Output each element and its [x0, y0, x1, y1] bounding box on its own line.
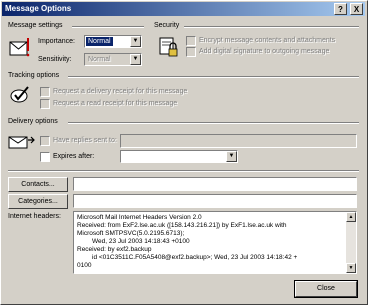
read-receipt-checkbox[interactable]	[40, 99, 50, 109]
header-line: Wed, 23 Jul 2003 14:18:43 +0100	[92, 238, 190, 245]
divider	[184, 26, 359, 28]
scroll-down-icon[interactable]: ▼	[346, 263, 356, 273]
sign-checkbox[interactable]	[186, 47, 196, 57]
scroll-up-icon[interactable]: ▲	[346, 212, 356, 222]
divider	[68, 122, 359, 124]
read-receipt-label: Request a read receipt for this message	[53, 100, 178, 107]
header-line: 0100	[77, 262, 92, 269]
replies-field[interactable]	[120, 134, 357, 148]
message-settings-heading: Message settings	[8, 22, 63, 29]
chevron-down-icon[interactable]: ▼	[130, 36, 141, 47]
header-line: Microsoft SMTPSVC(5.0.2195.6713);	[77, 230, 185, 237]
encrypt-label: Encrypt message contents and attachments	[199, 37, 336, 44]
close-window-button[interactable]: X	[350, 3, 363, 15]
header-line: Received: by exf2.backup	[77, 246, 152, 253]
tracking-icon	[9, 85, 33, 105]
lock-icon	[158, 35, 180, 59]
header-line: Received: from ExF2.lse.ac.uk ([158.143.…	[77, 222, 287, 229]
headers-scrollbar[interactable]: ▲ ▼	[346, 212, 356, 273]
chevron-down-icon[interactable]: ▼	[226, 151, 237, 162]
categories-field[interactable]	[73, 194, 357, 208]
importance-label: Importance:	[38, 38, 75, 45]
tracking-heading: Tracking options	[8, 72, 60, 79]
divider	[72, 26, 144, 28]
help-button[interactable]: ?	[334, 3, 347, 15]
delivery-receipt-checkbox[interactable]	[40, 87, 50, 97]
delivery-icon	[8, 134, 36, 150]
encrypt-checkbox[interactable]	[186, 36, 196, 46]
importance-value: Normal	[86, 37, 113, 46]
delivery-receipt-label: Request a delivery receipt for this mess…	[53, 88, 188, 95]
sensitivity-label: Sensitivity:	[38, 56, 72, 63]
title-bar[interactable]: Message Options ? X	[2, 2, 365, 16]
expires-dropdown[interactable]: ▼	[120, 150, 238, 163]
importance-dropdown[interactable]: Normal ▼	[84, 35, 142, 48]
header-line: Microsoft Mail Internet Headers Version …	[77, 214, 202, 221]
header-line: id <01C3511C.F05A5408@exf2.backup>; Wed,…	[92, 254, 298, 261]
sign-label: Add digital signature to outgoing messag…	[199, 48, 330, 55]
contacts-button[interactable]: Contacts...	[8, 177, 68, 192]
divider	[8, 170, 359, 172]
sensitivity-value: Normal	[88, 56, 111, 63]
chevron-down-icon[interactable]: ▼	[130, 54, 141, 65]
security-heading: Security	[154, 22, 180, 29]
headers-label: Internet headers:	[8, 213, 61, 220]
replies-checkbox[interactable]	[40, 136, 50, 146]
categories-button[interactable]: Categories...	[8, 194, 68, 209]
message-settings-icon	[9, 36, 33, 62]
replies-label: Have replies sent to:	[53, 137, 117, 144]
divider	[68, 76, 359, 78]
internet-headers-textarea[interactable]: Microsoft Mail Internet Headers Version …	[73, 211, 357, 274]
expires-label: Expires after:	[53, 153, 95, 160]
sensitivity-dropdown[interactable]: Normal ▼	[84, 53, 142, 66]
delivery-heading: Delivery options	[8, 118, 58, 125]
contacts-field[interactable]	[73, 177, 357, 191]
expires-checkbox[interactable]	[40, 152, 50, 162]
close-button[interactable]: Close	[294, 280, 358, 298]
window-title: Message Options	[5, 4, 72, 13]
